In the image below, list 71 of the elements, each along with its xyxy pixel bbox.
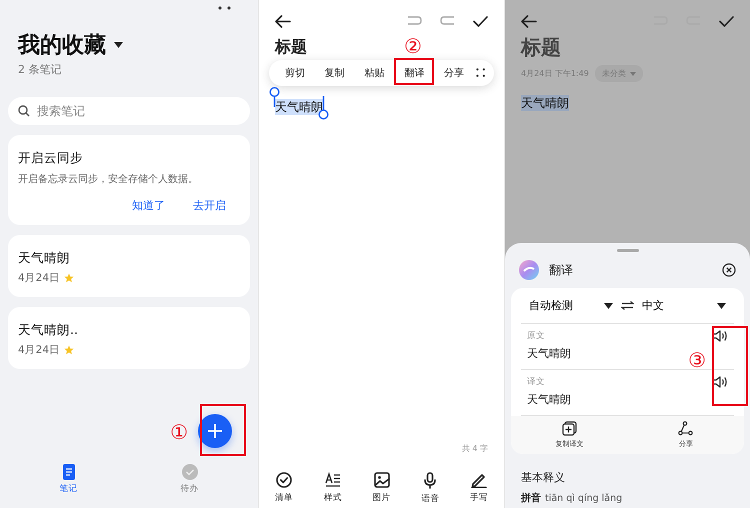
caret-icon[interactable] — [114, 42, 123, 48]
pinyin-text: tiān qì qíng lǎng — [545, 493, 622, 504]
pen-icon — [471, 472, 487, 488]
caret-icon[interactable] — [604, 302, 613, 308]
toolbar-button[interactable]: 图片 — [364, 472, 398, 505]
copy-icon — [562, 421, 577, 436]
add-button[interactable] — [198, 414, 232, 448]
note-title: 天气晴朗 — [18, 250, 70, 265]
card-title: 开启云同步 — [18, 150, 83, 165]
toolbar-button[interactable]: 清单 — [267, 472, 301, 505]
action-link[interactable]: 去开启 — [193, 198, 226, 213]
character-count: 共 4 字 — [462, 443, 488, 454]
page-title: 我的收藏 — [18, 32, 106, 60]
card-text: 开启备忘录云同步，安全存储个人数据。 — [18, 174, 198, 185]
toolbar-button[interactable]: 样式 — [316, 472, 350, 505]
logo-icon — [519, 260, 539, 280]
toolbar-button[interactable]: 语音 — [413, 472, 448, 505]
note-title: 标题 — [275, 38, 307, 56]
language-dropdown[interactable]: 中文 — [634, 298, 734, 313]
menu-item[interactable]: 剪切 — [277, 62, 313, 83]
close-icon[interactable] — [722, 263, 736, 277]
annotation-number: ② — [404, 36, 422, 56]
note-count: 2 条笔记 — [18, 62, 62, 77]
action-link[interactable]: 知道了 — [132, 198, 165, 213]
note-date: 4月24日 — [18, 271, 60, 285]
nav-tab[interactable]: 笔记 — [60, 464, 78, 502]
checkmark-icon[interactable] — [473, 16, 488, 26]
note-card[interactable]: 天气晴朗.. 4月24日 — [8, 307, 250, 369]
back-icon[interactable] — [521, 14, 537, 28]
note-date: 4月24日 下午1:49 — [521, 68, 589, 79]
checkmark-icon — [182, 464, 198, 480]
language-dropdown[interactable]: 自动检测 — [521, 298, 621, 313]
microphone-icon — [424, 472, 436, 489]
plus-icon — [208, 424, 222, 438]
menu-item[interactable]: 翻译 — [396, 62, 432, 83]
translated-text: 天气晴朗 — [527, 393, 571, 406]
search-field[interactable]: 搜索笔记 — [8, 97, 250, 125]
note-body: 天气晴朗 — [521, 95, 569, 111]
note-title: 天气晴朗.. — [18, 322, 78, 337]
swap-icon[interactable] — [621, 301, 634, 310]
menu-item[interactable]: 粘贴 — [356, 62, 392, 83]
menu-item[interactable]: 分享 — [436, 62, 472, 83]
check-circle-icon — [276, 472, 292, 488]
image-icon — [374, 472, 390, 488]
more-icon[interactable] — [218, 6, 232, 10]
speaker-icon[interactable] — [712, 376, 728, 388]
note-title: 标题 — [521, 35, 561, 59]
nav-tab[interactable]: 待办 — [180, 464, 198, 502]
back-icon[interactable] — [275, 14, 291, 28]
source-text: 天气晴朗 — [527, 347, 571, 360]
more-icon[interactable] — [476, 68, 486, 78]
toolbar-button[interactable]: 手写 — [462, 472, 496, 505]
note-icon — [62, 464, 74, 480]
note-date: 4月24日 — [18, 343, 60, 357]
drag-handle[interactable] — [616, 249, 638, 252]
caret-icon[interactable] — [717, 302, 726, 308]
annotation-number: ① — [170, 422, 188, 442]
annotation-box — [200, 404, 246, 456]
sheet-title: 翻译 — [549, 262, 574, 278]
menu-item[interactable]: 复制 — [316, 62, 353, 83]
search-icon — [18, 105, 30, 117]
note-card[interactable]: 天气晴朗 4月24日 — [8, 235, 250, 297]
annotation-number: ③ — [688, 350, 706, 370]
share-icon — [678, 421, 694, 436]
checkmark-icon[interactable] — [719, 16, 734, 26]
section-label: 原文 — [527, 330, 545, 342]
speaker-icon[interactable] — [712, 330, 728, 342]
section-title: 基本释义 — [521, 470, 566, 485]
pinyin-label: 拼音 — [521, 491, 541, 505]
section-label: 译文 — [527, 376, 545, 388]
text-format-icon — [324, 472, 341, 488]
